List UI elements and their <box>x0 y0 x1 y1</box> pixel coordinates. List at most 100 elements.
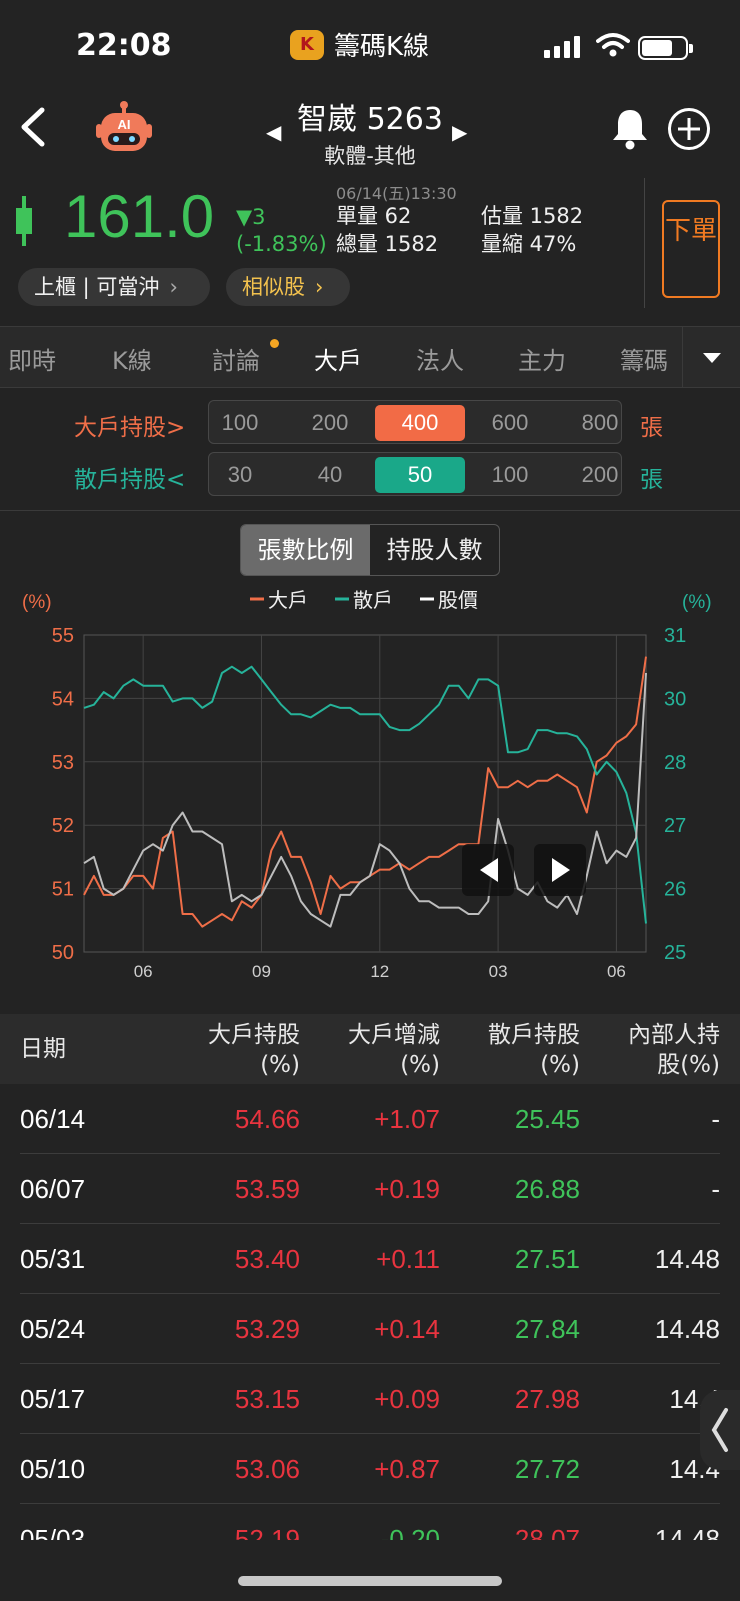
right-tick-label: 26 <box>664 879 686 901</box>
col-big-holding-unit: (%) <box>260 1052 300 1078</box>
cell-big-holding: 53.15 <box>234 1384 300 1414</box>
retail-holder-selector: 散戶持股< 30 40 50 100 200 張 <box>0 452 740 498</box>
col-big-holding[interactable]: 大戶持股 (%) <box>208 1020 300 1080</box>
cell-date: 05/17 <box>20 1384 86 1414</box>
quote-datetime: 06/14(五)13:30 <box>336 184 457 203</box>
cell-date: 05/10 <box>20 1454 86 1484</box>
cell-retail-holding: 26.88 <box>514 1174 580 1204</box>
price: 161.0 <box>64 183 215 250</box>
signal-icon <box>544 36 580 58</box>
market-pill[interactable]: 上櫃 | 可當沖 › <box>18 268 210 306</box>
col-big-change[interactable]: 大戶增減 (%) <box>348 1020 440 1080</box>
notification-dot <box>270 339 279 348</box>
app-title: K 籌碼K線 <box>290 26 429 63</box>
retail-holder-option[interactable]: 200 <box>555 457 621 493</box>
cell-date: 06/07 <box>20 1174 86 1204</box>
back-icon[interactable] <box>14 104 54 150</box>
stock-category: 軟體-其他 <box>324 144 416 168</box>
app-name: 籌碼K線 <box>334 32 430 62</box>
cell-retail-holding: 27.51 <box>514 1244 580 1274</box>
col-insider-holding[interactable]: 內部人持 股(%) <box>628 1020 720 1080</box>
retail-holder-options: 30 40 50 100 200 <box>208 452 622 496</box>
cell-retail-holding: 27.98 <box>514 1384 580 1414</box>
order-button[interactable]: 下單 <box>662 200 720 298</box>
retail-holder-option[interactable]: 40 <box>285 457 375 493</box>
toggle-share-ratio[interactable]: 張數比例 <box>241 525 370 575</box>
table-row[interactable]: 05/31 53.40 +0.11 27.51 14.48 <box>20 1224 720 1294</box>
retail-holder-option-selected[interactable]: 50 <box>375 457 465 493</box>
estimated-volume: 估量 1582 <box>481 204 584 228</box>
big-holder-selector: 大戶持股> 100 200 400 600 800 張 <box>0 400 740 446</box>
table-row[interactable]: 05/03 52.19 -0.20 28.07 14.48 <box>20 1504 720 1540</box>
right-tick-label: 27 <box>664 815 686 837</box>
stock-title: 智崴 5263 軟體-其他 <box>260 94 480 170</box>
left-tick-label: 52 <box>52 815 74 837</box>
toggle-holder-count[interactable]: 持股人數 <box>370 525 499 575</box>
tab-realtime[interactable]: 即時 <box>8 341 56 376</box>
col-date[interactable]: 日期 <box>20 1034 66 1064</box>
table-row[interactable]: 06/07 53.59 +0.19 26.88 - <box>20 1154 720 1224</box>
add-watchlist-icon[interactable] <box>668 108 710 150</box>
table-row[interactable]: 06/14 54.66 +1.07 25.45 - <box>20 1084 720 1154</box>
holding-chart[interactable]: (%) (%) 大戶 散戶 股價 55 54 53 52 51 50 31 30 28 27 26 25 06 09… <box>0 590 740 1000</box>
tab-discussion[interactable]: 討論 <box>212 341 260 376</box>
right-axis-unit: (%) <box>682 592 712 613</box>
cell-retail-holding: 28.07 <box>514 1524 580 1540</box>
home-indicator <box>238 1576 502 1586</box>
volume-grid: 單量 62 估量 1582 總量 1582 量縮 47% <box>336 202 636 258</box>
side-collapse-icon[interactable] <box>700 1390 740 1470</box>
change-percent: (-1.83%) <box>236 232 327 256</box>
tab-chips[interactable]: 籌碼 <box>620 341 668 376</box>
cell-big-holding: 53.40 <box>234 1244 300 1274</box>
big-holder-option-selected[interactable]: 400 <box>375 405 465 441</box>
col-insider-holding-unit: 股(%) <box>657 1052 720 1078</box>
candle-icon <box>16 196 32 246</box>
big-holder-unit: 張 <box>640 415 663 441</box>
left-axis-unit: (%) <box>22 592 52 613</box>
big-holder-label: 大戶持股> <box>74 415 186 441</box>
similar-stocks-pill[interactable]: 相似股 › <box>226 268 350 306</box>
col-big-change-unit: (%) <box>400 1052 440 1078</box>
chevron-right-icon: › <box>315 275 324 299</box>
cell-date: 06/14 <box>20 1104 86 1134</box>
tab-kline[interactable]: K線 <box>112 341 152 376</box>
tab-institutional[interactable]: 法人 <box>416 341 464 376</box>
next-stock-button[interactable]: ▶ <box>452 120 467 144</box>
big-holder-option[interactable]: 200 <box>285 405 375 441</box>
clock: 22:08 <box>76 28 172 63</box>
big-holder-option[interactable]: 800 <box>555 405 621 441</box>
table-row[interactable]: 05/24 53.29 +0.14 27.84 14.48 <box>20 1294 720 1364</box>
ai-robot-icon[interactable]: AI <box>94 100 154 156</box>
tab-main-force[interactable]: 主力 <box>518 341 566 376</box>
x-tick-label: 06 <box>134 962 153 981</box>
holding-table[interactable]: 06/14 54.66 +1.07 25.45 - 06/07 53.59 +0.19 26.8… <box>0 1084 740 1540</box>
cell-big-change: +0.09 <box>374 1384 440 1414</box>
retail-holder-option[interactable]: 30 <box>209 457 285 493</box>
quote-panel: 161.0 ▼3 (-1.83%) 06/14(五)13:30 單量 62 估量… <box>0 172 740 318</box>
divider <box>644 178 645 308</box>
col-retail-holding-unit: (%) <box>540 1052 580 1078</box>
retail-holder-option[interactable]: 100 <box>465 457 555 493</box>
col-retail-holding[interactable]: 散戶持股 (%) <box>488 1020 580 1080</box>
total-volume: 總量 1582 <box>336 232 439 256</box>
big-holder-option[interactable]: 100 <box>209 405 285 441</box>
tab-big-holder[interactable]: 大戶 <box>314 341 362 376</box>
left-tick-label: 51 <box>52 879 74 901</box>
table-row[interactable]: 05/10 53.06 +0.87 27.72 14.4 <box>20 1434 720 1504</box>
retail-holder-label: 散戶持股< <box>74 467 186 493</box>
table-row[interactable]: 05/17 53.15 +0.09 27.98 14.4 <box>20 1364 720 1434</box>
cell-big-change: +0.19 <box>374 1174 440 1204</box>
right-tick-label: 30 <box>664 688 686 710</box>
bell-icon[interactable] <box>610 106 650 150</box>
cell-date: 05/31 <box>20 1244 86 1274</box>
right-tick-label: 28 <box>664 752 686 774</box>
similar-pill-label: 相似股 <box>242 275 305 299</box>
x-tick-label: 09 <box>252 962 271 981</box>
big-holder-option[interactable]: 600 <box>465 405 555 441</box>
single-volume: 單量 62 <box>336 204 412 228</box>
left-tick-label: 55 <box>52 625 74 647</box>
view-toggle: 張數比例 持股人數 <box>240 524 500 576</box>
big-holder-options: 100 200 400 600 800 <box>208 400 622 444</box>
cell-big-change: -0.20 <box>380 1524 440 1540</box>
tabs-more-dropdown[interactable] <box>682 327 740 387</box>
